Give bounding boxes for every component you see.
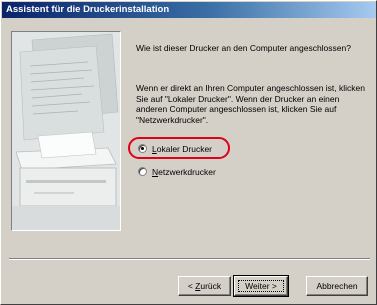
printer-illustration-icon (12, 32, 120, 230)
question-text: Wie ist dieser Drucker an den Computer a… (136, 43, 351, 53)
printer-illustration (11, 31, 121, 231)
next-button-label: Weiter > (238, 280, 284, 292)
back-button[interactable]: < Zurück (178, 276, 231, 296)
back-button-label: < Zurück (188, 281, 221, 291)
window-title: Assistent für die Druckerinstallation (6, 4, 170, 15)
radio-network-printer[interactable] (138, 167, 147, 176)
back-rest: urück (200, 281, 222, 291)
title-bar: Assistent für die Druckerinstallation (2, 2, 376, 18)
description-text: Wenn er direkt an Ihren Computer angesch… (136, 83, 365, 125)
cancel-button[interactable]: Abbrechen (306, 276, 368, 296)
wizard-window: Assistent für die Druckerinstallation Wi… (0, 0, 377, 305)
option-network-label-rest: etzwerkdrucker (158, 166, 216, 177)
option-local-label: Lokaler Drucker (152, 144, 212, 154)
option-local-printer[interactable]: Lokaler Drucker (138, 142, 212, 155)
option-network-label: Netzwerkdrucker (152, 167, 216, 177)
option-local-label-rest: okaler Drucker (156, 143, 213, 154)
option-network-printer[interactable]: Netzwerkdrucker (138, 165, 216, 178)
next-button[interactable]: Weiter > (233, 275, 289, 297)
cancel-button-label: Abbrechen (316, 281, 358, 291)
separator (9, 258, 370, 260)
radio-local-printer[interactable] (138, 144, 147, 153)
